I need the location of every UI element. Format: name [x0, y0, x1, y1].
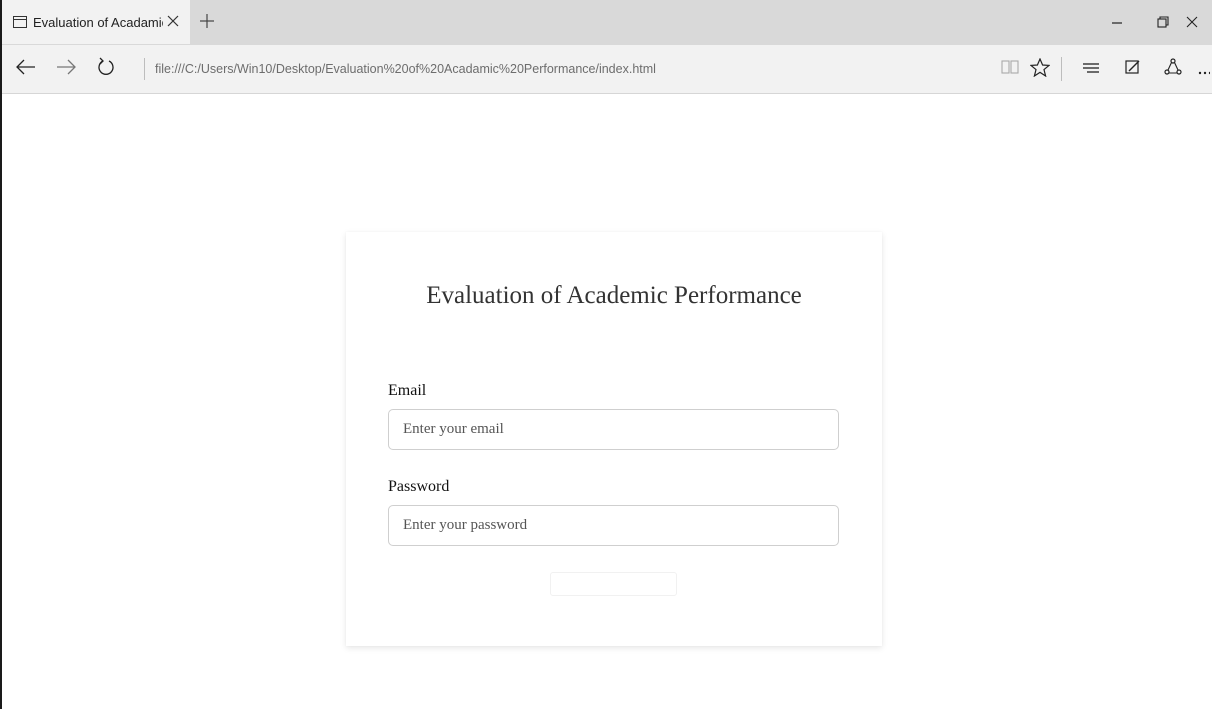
star-icon — [1029, 56, 1051, 81]
login-card: Evaluation of Academic Performance Email… — [346, 232, 882, 646]
back-arrow-icon — [16, 59, 36, 79]
refresh-button[interactable] — [86, 49, 126, 89]
email-label: Email — [388, 382, 427, 399]
close-tab-icon[interactable] — [164, 12, 182, 30]
hub-button[interactable] — [1076, 49, 1106, 89]
more-button[interactable] — [1198, 49, 1212, 89]
restore-button[interactable] — [1140, 0, 1186, 44]
email-field[interactable] — [388, 409, 839, 450]
refresh-icon — [97, 57, 115, 81]
page-title: Evaluation of Academic Performance — [426, 282, 802, 309]
reading-view-button[interactable] — [995, 49, 1025, 89]
tab-title: Evaluation of Acadamic I — [33, 14, 163, 30]
toolbar-separator — [1061, 57, 1062, 81]
navigation-bar: file:///C:/Users/Win10/Desktop/Evaluatio… — [2, 45, 1212, 94]
hub-lines-icon — [1082, 60, 1100, 79]
restore-icon — [1157, 13, 1169, 32]
share-button[interactable] — [1158, 49, 1188, 89]
active-tab[interactable]: Evaluation of Acadamic I — [2, 0, 190, 44]
forward-button[interactable] — [46, 49, 86, 89]
favorite-button[interactable] — [1025, 49, 1055, 89]
toolbar-right — [995, 49, 1212, 89]
page-viewport: Evaluation of Academic Performance Email… — [2, 94, 1212, 709]
close-window-button[interactable] — [1186, 0, 1212, 44]
browser-window: Evaluation of Acadamic I file:///C:/User… — [0, 0, 1212, 709]
password-field[interactable] — [388, 505, 839, 546]
address-separator — [144, 58, 145, 80]
more-icon — [1198, 60, 1212, 79]
plus-icon — [200, 13, 214, 32]
minimize-icon — [1111, 13, 1123, 32]
book-icon — [1001, 59, 1019, 79]
share-icon — [1164, 58, 1182, 80]
pen-note-icon — [1125, 59, 1141, 79]
window-controls — [1094, 0, 1212, 44]
login-button[interactable] — [550, 572, 677, 596]
address-bar[interactable]: file:///C:/Users/Win10/Desktop/Evaluatio… — [155, 62, 995, 76]
web-note-button[interactable] — [1118, 49, 1148, 89]
new-tab-button[interactable] — [192, 0, 222, 44]
tab-page-icon — [12, 15, 27, 29]
forward-arrow-icon — [56, 59, 76, 79]
minimize-button[interactable] — [1094, 0, 1140, 44]
tab-bar: Evaluation of Acadamic I — [2, 0, 1212, 45]
close-icon — [1186, 13, 1198, 32]
back-button[interactable] — [6, 49, 46, 89]
password-label: Password — [388, 478, 450, 495]
